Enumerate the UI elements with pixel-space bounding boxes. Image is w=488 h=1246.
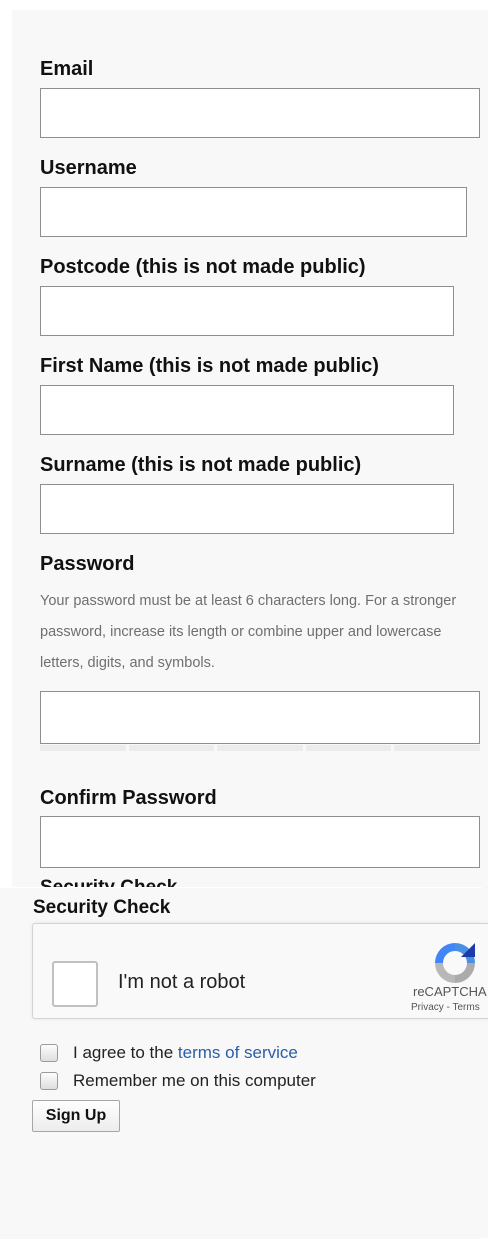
terms-of-service-link[interactable]: terms of service (178, 1043, 298, 1063)
username-label: Username (40, 157, 137, 179)
strength-segment (40, 745, 126, 751)
strength-segment (305, 745, 392, 751)
terms-row: I agree to the terms of service (40, 1043, 298, 1063)
first-name-label: First Name (this is not made public) (40, 355, 379, 377)
recaptcha-checkbox[interactable] (52, 961, 98, 1007)
terms-prefix: I agree to the (73, 1043, 178, 1062)
remember-checkbox[interactable] (40, 1072, 58, 1090)
recaptcha-label: I'm not a robot (118, 971, 246, 993)
email-label: Email (40, 58, 94, 80)
recaptcha-brand: reCAPTCHA (413, 984, 487, 999)
confirm-password-label: Confirm Password (40, 787, 217, 809)
email-field[interactable] (40, 88, 480, 138)
password-hint: Your password must be at least 6 charact… (40, 593, 457, 671)
password-label: Password (40, 553, 135, 575)
password-field[interactable] (40, 691, 480, 744)
confirm-password-field[interactable] (40, 816, 480, 868)
surname-field[interactable] (40, 484, 454, 534)
security-check-title: Security Check (33, 897, 171, 918)
postcode-field[interactable] (40, 286, 454, 336)
first-name-field[interactable] (40, 385, 454, 435)
sign-up-button[interactable]: Sign Up (32, 1100, 120, 1132)
surname-label: Surname (this is not made public) (40, 454, 362, 476)
remember-row: Remember me on this computer (40, 1071, 316, 1091)
terms-checkbox[interactable] (40, 1044, 58, 1062)
remember-label: Remember me on this computer (73, 1071, 316, 1090)
strength-segment (128, 745, 215, 751)
password-strength-meter (40, 745, 480, 751)
username-field[interactable] (40, 187, 467, 237)
strength-segment (394, 745, 480, 751)
recaptcha-privacy-terms[interactable]: Privacy - Terms (411, 1002, 480, 1013)
recaptcha-widget: I'm not a robot reCAPTCHA Privacy - Term… (32, 923, 488, 1019)
strength-segment (217, 745, 303, 751)
recaptcha-logo-icon (435, 943, 475, 983)
postcode-label: Postcode (this is not made public) (40, 256, 366, 278)
